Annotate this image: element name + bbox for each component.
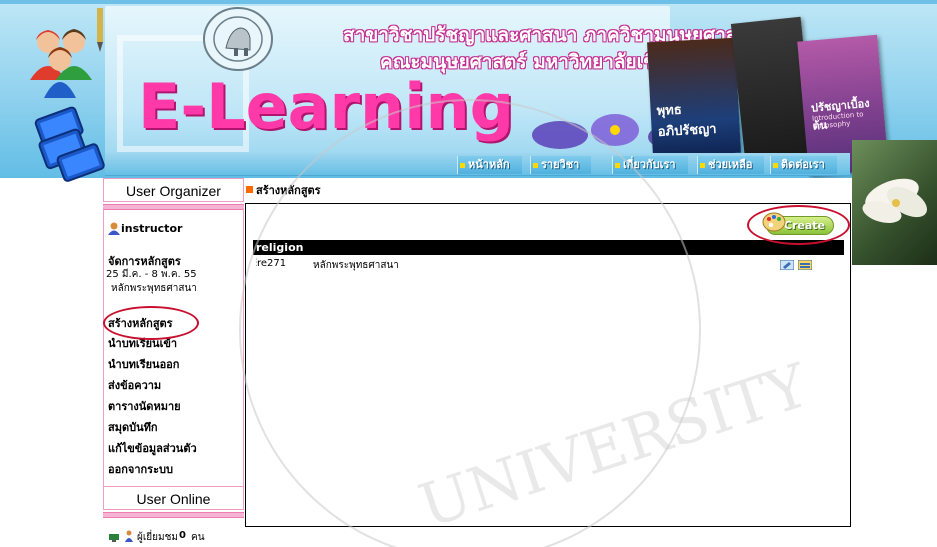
course-code: re271 [257, 258, 287, 269]
highlight-create-button [747, 205, 850, 245]
edit-course-icon[interactable] [780, 260, 794, 270]
book-cover-buddhist-metaphysics: พุทธอภิปรัชญา [647, 37, 741, 158]
bullet-icon [460, 163, 465, 168]
nav-about-label: เกี่ยวกับเรา [623, 158, 676, 171]
visitor-icon [125, 530, 133, 542]
sidebar-course-link[interactable]: หลักพระพุทธศาสนา [111, 281, 197, 296]
tree-connector-icon: ⋮ [252, 258, 261, 268]
menu-send-message[interactable]: ส่งข้อความ [108, 376, 161, 394]
user-online-title: User Online [103, 486, 244, 510]
nav-contact-label: ติดต่อเรา [781, 158, 825, 171]
user-icon [108, 222, 120, 235]
user-organizer-title: User Organizer [103, 178, 244, 202]
course-row: re271 ⋮ หลักพระพุทธศาสนา [252, 258, 844, 273]
username: instructor [121, 222, 183, 235]
lily-photo-decoration [852, 140, 937, 265]
sidebar: User Organizer instructor จัดการหลักสูตร… [103, 178, 244, 547]
menu-appointments[interactable]: ตารางนัดหมาย [108, 397, 181, 415]
books-stack-icon [34, 106, 105, 182]
visitors-count: 0 [179, 530, 186, 541]
highlight-create-course-menu [103, 306, 199, 340]
menu-notebook[interactable]: สมุดบันทึก [108, 418, 158, 436]
nav-home[interactable]: หน้าหลัก [457, 156, 522, 174]
bullet-icon [773, 163, 778, 168]
pink-divider [103, 512, 244, 518]
bullet-icon [700, 163, 705, 168]
page-title: สร้างหลักสูตร [246, 181, 321, 199]
visitors-label: ผู้เยี่ยมชม [137, 532, 178, 543]
menu-edit-profile[interactable]: แก้ไขข้อมูลส่วนตัว [108, 439, 197, 457]
computer-icon [109, 534, 119, 542]
category-header: religion [253, 240, 844, 255]
nav-about[interactable]: เกี่ยวกับเรา [612, 156, 688, 174]
nav-help[interactable]: ช่วยเหลือ [697, 156, 765, 174]
university-seal-icon [203, 7, 273, 71]
bullet-icon [533, 163, 538, 168]
lily-flower-icon [862, 178, 927, 223]
header-banner: สาขาวิชาปรัชญาและศาสนา ภาควิชามนุษยศาสตร… [0, 0, 937, 178]
pencil-decoration [97, 8, 103, 52]
menu-logout[interactable]: ออกจากระบบ [108, 460, 173, 478]
course-date-range: 25 มี.ค. - 8 พ.ค. 55 [106, 269, 197, 280]
top-line [0, 0, 937, 4]
page-title-text: สร้างหลักสูตร [256, 184, 321, 197]
nav-home-label: หน้าหลัก [468, 158, 510, 171]
book1-title: พุทธอภิปรัชญา [656, 102, 717, 140]
title-marker-icon [246, 186, 253, 193]
nav-courses[interactable]: รายวิชา [530, 156, 592, 174]
visitors-unit: คน [191, 532, 205, 543]
brand-logo: E-Learning [138, 70, 514, 143]
course-settings-icon[interactable] [798, 260, 812, 270]
nav-help-label: ช่วยเหลือ [708, 158, 753, 171]
course-name[interactable]: หลักพระพุทธศาสนา [313, 258, 399, 273]
bullet-icon [615, 163, 620, 168]
nav-contact[interactable]: ติดต่อเรา [770, 156, 837, 174]
menu-export-lesson[interactable]: นำบทเรียนออก [108, 355, 179, 373]
nav-courses-label: รายวิชา [541, 158, 580, 171]
